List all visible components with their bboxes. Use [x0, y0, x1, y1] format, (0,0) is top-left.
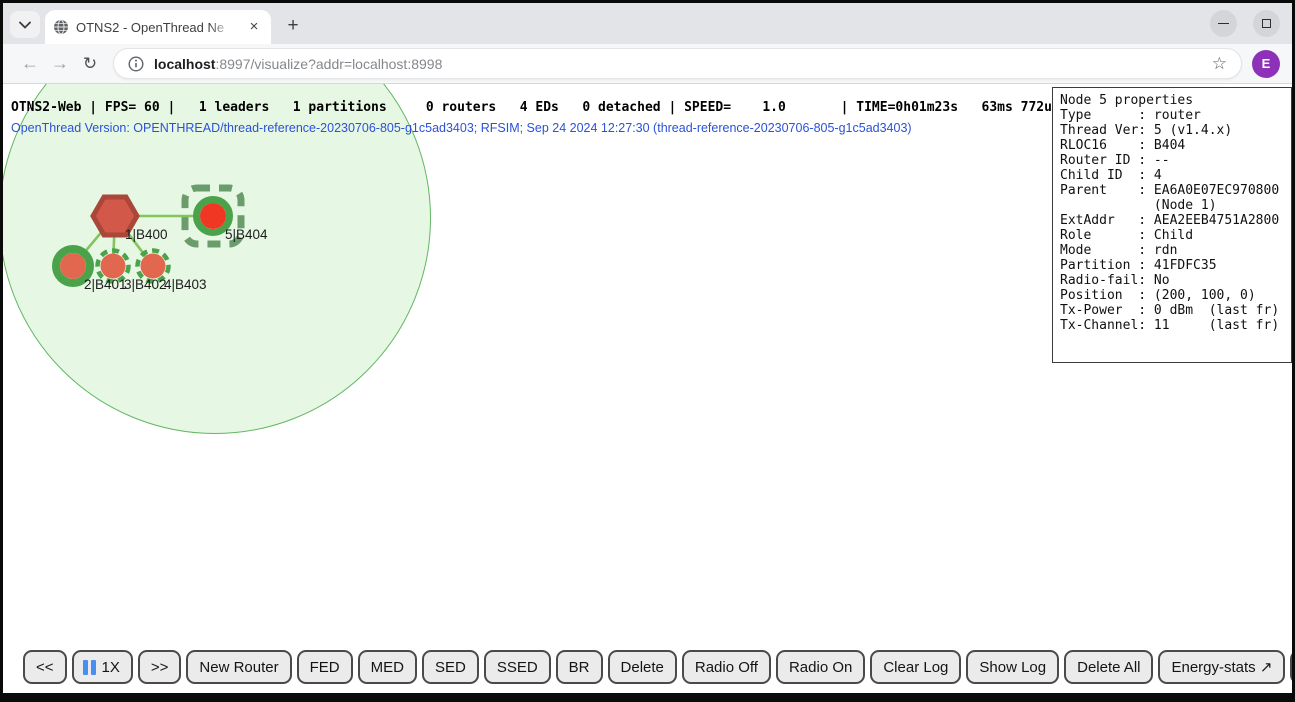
maximize-icon [1262, 19, 1271, 28]
node-properties-body: Type : router Thread Ver: 5 (v1.4.x) RLO… [1060, 108, 1279, 333]
reload-button[interactable]: ↻ [75, 49, 105, 79]
address-bar[interactable]: localhost:8997/visualize?addr=localhost:… [113, 48, 1242, 79]
node-1-label: 1|B400 [125, 227, 168, 242]
node-4[interactable] [141, 254, 166, 279]
info-icon[interactable] [128, 56, 144, 72]
toolbar-button-energy-stats[interactable]: Energy-stats ↗ [1158, 650, 1285, 684]
simulator-status-line: OTNS2-Web | FPS= 60 | 1 leaders 1 partit… [11, 100, 1060, 115]
back-button[interactable]: ← [15, 49, 45, 79]
node-2[interactable] [60, 253, 86, 279]
globe-icon [53, 19, 69, 35]
node-properties-panel: Node 5 properties Type : router Thread V… [1052, 87, 1292, 363]
chevron-down-icon [19, 21, 31, 29]
toolbar-button-new-router[interactable]: New Router [186, 650, 291, 684]
node-4-label: 4|B403 [164, 277, 207, 292]
toolbar-button-sed[interactable]: SED [422, 650, 479, 684]
toolbar-button-fed[interactable]: FED [297, 650, 353, 684]
maximize-button[interactable] [1253, 10, 1280, 37]
speed-down-button[interactable]: << [23, 650, 67, 684]
toolbar-button-delete-all[interactable]: Delete All [1064, 650, 1153, 684]
speed-up-button[interactable]: >> [138, 650, 182, 684]
browser-window: OTNS2 - OpenThread Ne × + ← → ↻ localhos… [3, 3, 1292, 693]
node-5-label: 5|B404 [225, 227, 268, 242]
tab-search-button[interactable] [10, 11, 40, 38]
toolbar-button-show-log[interactable]: Show Log [966, 650, 1059, 684]
toolbar-button-clear-log[interactable]: Clear Log [870, 650, 961, 684]
toolbar-button-node-stats[interactable]: Node-stats ↗ [1290, 650, 1292, 684]
action-bar: << 1X >> New RouterFEDMEDSEDSSEDBRDelete… [23, 650, 1286, 684]
toolbar-button-br[interactable]: BR [556, 650, 603, 684]
browser-toolbar: ← → ↻ localhost:8997/visualize?addr=loca… [3, 44, 1292, 84]
node-properties-title: Node 5 properties [1060, 93, 1193, 108]
minimize-icon [1218, 23, 1229, 24]
new-tab-button[interactable]: + [279, 12, 307, 40]
toolbar-button-radio-on[interactable]: Radio On [776, 650, 865, 684]
tab-close-icon[interactable]: × [245, 18, 263, 36]
openthread-version-link[interactable]: OpenThread Version: OPENTHREAD/thread-re… [11, 121, 912, 135]
toolbar-button-med[interactable]: MED [358, 650, 417, 684]
node-5[interactable] [200, 203, 226, 229]
tab-strip: OTNS2 - OpenThread Ne × + [3, 3, 1292, 44]
speed-label: 1X [102, 659, 120, 676]
window-controls [1210, 10, 1280, 37]
tab-title: OTNS2 - OpenThread Ne [76, 20, 238, 35]
action-buttons: New RouterFEDMEDSEDSSEDBRDeleteRadio Off… [186, 650, 1292, 684]
toolbar-button-delete[interactable]: Delete [608, 650, 677, 684]
pause-icon [83, 660, 96, 675]
url-host: localhost [154, 56, 215, 72]
network-canvas[interactable] [3, 84, 1052, 692]
toolbar-button-ssed[interactable]: SSED [484, 650, 551, 684]
node-3[interactable] [101, 254, 126, 279]
otns-visualization-page: OTNS2-Web | FPS= 60 | 1 leaders 1 partit… [3, 84, 1292, 693]
profile-avatar[interactable]: E [1252, 50, 1280, 78]
node-2-label: 2|B401 [84, 277, 127, 292]
browser-tab[interactable]: OTNS2 - OpenThread Ne × [45, 10, 271, 44]
pause-speed-button[interactable]: 1X [72, 650, 133, 684]
url-path: :8997/visualize?addr=localhost:8998 [215, 56, 442, 72]
minimize-button[interactable] [1210, 10, 1237, 37]
forward-button[interactable]: → [45, 49, 75, 79]
toolbar-button-radio-off[interactable]: Radio Off [682, 650, 771, 684]
url-text[interactable]: localhost:8997/visualize?addr=localhost:… [154, 56, 1202, 72]
node-3-label: 3|B402 [124, 277, 167, 292]
bookmark-star-icon[interactable]: ☆ [1212, 54, 1227, 74]
